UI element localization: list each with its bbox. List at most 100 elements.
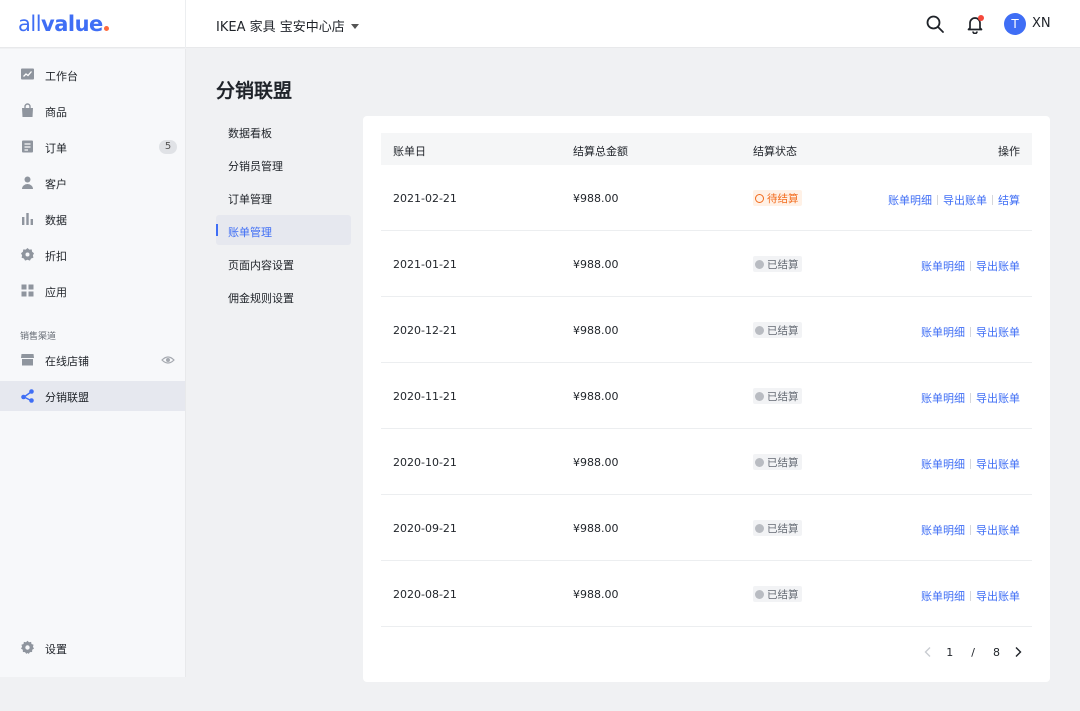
sidebar-item-label: 应用: [45, 286, 67, 299]
page-title: 分销联盟: [216, 80, 293, 102]
subnav-item-label: 订单管理: [228, 193, 272, 206]
sidebar-item-settings[interactable]: 设置: [0, 633, 185, 663]
row-actions: 账单明细 导出账单: [921, 258, 1020, 274]
sidebar-item-label: 客户: [45, 178, 67, 191]
apps-icon: [21, 284, 34, 297]
subnav-item-label: 佣金规则设置: [228, 292, 294, 305]
divider: [970, 261, 971, 271]
settled-dot-icon: [755, 325, 764, 335]
app-logo[interactable]: allvalue: [18, 12, 109, 36]
bill-amount: ¥988.00: [573, 588, 619, 601]
sidebar-item-affiliate[interactable]: 分销联盟: [0, 381, 185, 411]
bill-detail-link[interactable]: 账单明细: [888, 192, 932, 208]
sidebar-item-orders[interactable]: 订单 5: [0, 132, 185, 162]
export-bill-link[interactable]: 导出账单: [943, 192, 987, 208]
subnav-item-commission-rules[interactable]: 佣金规则设置: [216, 281, 351, 311]
bill-date: 2020-09-21: [393, 522, 457, 535]
logo-text-value: value: [41, 12, 103, 36]
status-badge: 已结算: [753, 256, 802, 272]
bag-icon: [22, 103, 33, 117]
logo-area: allvalue: [0, 0, 186, 48]
chevron-left-icon[interactable]: [920, 644, 936, 660]
export-bill-link[interactable]: 导出账单: [976, 324, 1020, 340]
export-bill-link[interactable]: 导出账单: [976, 456, 1020, 472]
divider: [970, 327, 971, 337]
settled-dot-icon: [755, 589, 764, 599]
subnav-item-label: 数据看板: [228, 127, 272, 140]
status-text: 已结算: [767, 324, 799, 337]
export-bill-link[interactable]: 导出账单: [976, 258, 1020, 274]
table-header: 账单日 结算总金额 结算状态 操作: [381, 133, 1032, 165]
subnav-item-dashboard[interactable]: 数据看板: [216, 116, 351, 146]
status-badge: 已结算: [753, 520, 802, 536]
export-bill-link[interactable]: 导出账单: [976, 522, 1020, 538]
settled-dot-icon: [755, 523, 764, 533]
page-separator: /: [971, 645, 975, 659]
sidebar-item-label: 在线店铺: [45, 355, 89, 368]
chevron-right-icon[interactable]: [1010, 644, 1026, 660]
bill-amount: ¥988.00: [573, 522, 619, 535]
sidebar-item-label: 数据: [45, 214, 67, 227]
table-row: 2020-09-21 ¥988.00 已结算 账单明细 导出账单: [381, 495, 1032, 561]
pagination: 1 / 8: [920, 644, 1026, 660]
divider: [970, 459, 971, 469]
sidebar-item-label: 订单: [45, 142, 67, 155]
subnav-item-distributors[interactable]: 分销员管理: [216, 149, 351, 179]
top-bar: allvalue IKEA 家具 宝安中心店 T XN: [0, 0, 1080, 48]
bill-detail-link[interactable]: 账单明细: [921, 522, 965, 538]
settled-dot-icon: [755, 457, 764, 467]
row-actions: 账单明细 导出账单 结算: [888, 192, 1020, 208]
table-row: 2020-08-21 ¥988.00 已结算 账单明细 导出账单: [381, 561, 1032, 627]
column-header-bill-date: 账单日: [393, 145, 426, 158]
sidebar-item-data[interactable]: 数据: [0, 204, 185, 234]
status-badge: 已结算: [753, 454, 802, 470]
bill-date: 2020-11-21: [393, 390, 457, 403]
export-bill-link[interactable]: 导出账单: [976, 588, 1020, 604]
bill-amount: ¥988.00: [573, 192, 619, 205]
bill-detail-link[interactable]: 账单明细: [921, 258, 965, 274]
sidebar-item-dashboard[interactable]: 工作台: [0, 60, 185, 90]
store-selector[interactable]: IKEA 家具 宝安中心店: [216, 16, 359, 35]
discount-icon: [21, 248, 34, 261]
bill-amount: ¥988.00: [573, 390, 619, 403]
status-text: 已结算: [767, 522, 799, 535]
table-row: 2020-10-21 ¥988.00 已结算 账单明细 导出账单: [381, 429, 1032, 495]
bill-detail-link[interactable]: 账单明细: [921, 390, 965, 406]
logo-dot: [103, 26, 109, 31]
eye-icon[interactable]: [161, 353, 175, 367]
sidebar-item-customers[interactable]: 客户: [0, 168, 185, 198]
sidebar-item-online-store[interactable]: 在线店铺: [0, 345, 185, 375]
sidebar-item-discounts[interactable]: 折扣: [0, 240, 185, 270]
status-badge: 待结算: [753, 190, 802, 206]
sidebar-item-label: 折扣: [45, 250, 67, 263]
settled-dot-icon: [755, 259, 764, 269]
settle-link[interactable]: 结算: [998, 192, 1020, 208]
export-bill-link[interactable]: 导出账单: [976, 390, 1020, 406]
subnav-item-bills[interactable]: 账单管理: [216, 215, 351, 245]
row-actions: 账单明细 导出账单: [921, 522, 1020, 538]
bill-detail-link[interactable]: 账单明细: [921, 588, 965, 604]
bill-detail-link[interactable]: 账单明细: [921, 456, 965, 472]
bill-detail-link[interactable]: 账单明细: [921, 324, 965, 340]
search-icon[interactable]: [925, 14, 945, 34]
divider: [937, 195, 938, 205]
status-badge: 已结算: [753, 586, 802, 602]
subnav-item-orders[interactable]: 订单管理: [216, 182, 351, 212]
status-text: 待结算: [767, 192, 799, 205]
sidebar-item-products[interactable]: 商品: [0, 96, 185, 126]
bills-card: 账单日 结算总金额 结算状态 操作 2021-02-21 ¥988.00 待结算…: [363, 116, 1050, 682]
bill-amount: ¥988.00: [573, 456, 619, 469]
order-icon: [22, 140, 33, 153]
subnav-item-page-content[interactable]: 页面内容设置: [216, 248, 351, 278]
column-header-actions: 操作: [998, 145, 1020, 158]
avatar[interactable]: T: [1004, 13, 1026, 35]
divider: [970, 591, 971, 601]
gear-icon: [21, 640, 34, 654]
bill-date: 2020-12-21: [393, 324, 457, 337]
column-header-status: 结算状态: [753, 145, 797, 158]
chevron-down-icon: [350, 24, 359, 29]
divider: [970, 525, 971, 535]
status-badge: 已结算: [753, 322, 802, 338]
sidebar-item-apps[interactable]: 应用: [0, 276, 185, 306]
user-name[interactable]: XN: [1032, 16, 1051, 31]
